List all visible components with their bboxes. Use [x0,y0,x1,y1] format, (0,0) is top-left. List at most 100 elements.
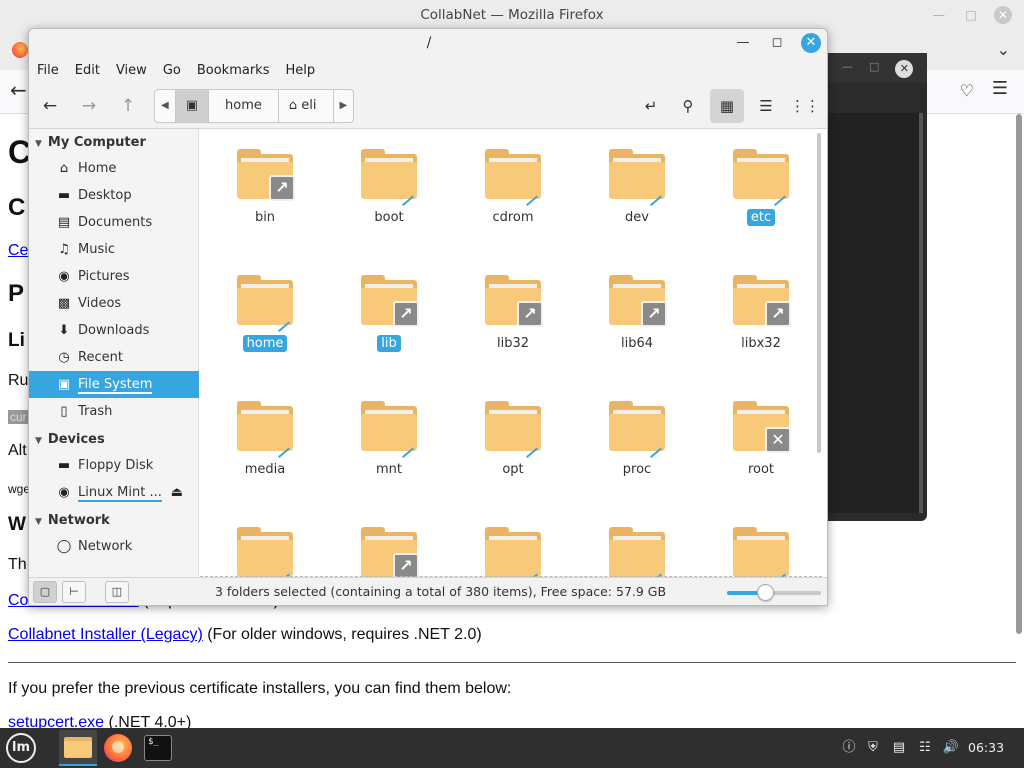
close-button[interactable]: ✕ [801,33,821,53]
page-code-snippet: cur [8,410,29,424]
back-arrow-icon[interactable]: ← [10,78,27,102]
folder-item[interactable]: opt [458,381,568,496]
breadcrumb-right-arrow[interactable]: ▶ [334,90,354,122]
menu-go[interactable]: Go [163,59,189,83]
sidebar-item-documents[interactable]: ▤ Documents [29,209,199,236]
icon-view[interactable]: ↗ bin boot cdrom dev etc home ↗ lib ↗ lib32 ↗ lib64 ↗… [200,129,822,577]
sidebar-item-desktop[interactable]: ▬ Desktop [29,182,199,209]
folder-item[interactable]: mnt [334,381,444,496]
minimize-button[interactable]: — [733,33,753,53]
show-places-button[interactable]: ▢ [33,581,57,603]
list-view-button[interactable]: ☰ [749,89,783,123]
volume-icon[interactable]: 🔊 [942,739,960,757]
folder-item[interactable]: etc [706,129,816,244]
folder-item[interactable] [210,507,320,577]
clock[interactable]: 06:33 [968,740,1004,755]
eject-icon[interactable]: ⏏ [171,479,183,506]
folder-item[interactable]: ↗ bin [210,129,320,244]
search-button[interactable]: ⚲ [671,89,705,123]
breadcrumb-user[interactable]: ⌂ eli [279,90,334,122]
firefox-tab-favicon-icon[interactable] [12,42,28,58]
sidebar-item-trash[interactable]: ▯ Trash [29,398,199,425]
taskbar-app-files[interactable] [59,730,97,766]
zoom-slider-handle[interactable] [756,584,774,601]
firefox-titlebar: CollabNet — Mozilla Firefox — □ ✕ [0,0,1024,30]
collabnet-legacy-installer-link[interactable]: Collabnet Installer (Legacy) [8,626,203,643]
icon-view-scrollbar[interactable] [817,133,821,453]
breadcrumb-home[interactable]: home [209,90,279,122]
show-treeview-button[interactable]: ⊢ [62,581,86,603]
up-button[interactable]: ↑ [113,91,143,121]
folder-item[interactable]: proc [582,381,692,496]
menu-bookmarks[interactable]: Bookmarks [197,59,278,83]
sidebar-item-downloads[interactable]: ⬇ Downloads [29,317,199,344]
setupcert-link[interactable]: setupcert.exe [8,714,104,728]
hide-sidebar-button[interactable]: ◫ [105,581,129,603]
folder-item[interactable]: ↗ [334,507,444,577]
network-icon[interactable]: ☷ [916,739,934,757]
firefox-close-button[interactable]: ✕ [994,6,1012,24]
sidebar-item-pictures[interactable]: ◉ Pictures [29,263,199,290]
folder-item[interactable]: media [210,381,320,496]
folder-item[interactable] [458,507,568,577]
menu-view[interactable]: View [116,59,155,83]
hamburger-menu-icon[interactable]: ☰ [992,78,1008,99]
folder-item[interactable]: home [210,255,320,370]
clipboard-icon[interactable]: ▤ [890,739,908,757]
sidebar-item-file-system[interactable]: ▣ File System [29,371,199,398]
terminal-maximize-button[interactable]: □ [869,60,879,78]
sidebar-section-devices[interactable]: ▼ Devices [35,432,105,447]
sidebar-item-network[interactable]: ◯ Network [29,533,199,560]
shield-icon[interactable]: ⛨ [864,739,882,757]
taskbar-app-terminal[interactable]: $_ [139,730,177,766]
terminal-icon: $_ [144,735,172,761]
folder-item[interactable] [706,507,816,577]
taskbar-app-firefox[interactable] [99,730,137,766]
terminal-close-button[interactable]: ✕ [895,60,914,78]
sidebar-item-recent[interactable]: ◷ Recent [29,344,199,371]
folder-item[interactable]: ✕ root [706,381,816,496]
sidebar-item-linux-mint-disc[interactable]: ◉ Linux Mint ... ⏏ [29,479,199,506]
sidebar-item-home[interactable]: ⌂ Home [29,155,199,182]
breadcrumb-filesystem[interactable]: ▣ [175,90,209,122]
folder-item[interactable]: ↗ lib [334,255,444,370]
compact-view-button[interactable]: ⋮⋮ [788,89,822,123]
back-button[interactable]: ← [35,91,65,121]
icon-view-button[interactable]: ▦ [710,89,744,123]
sidebar-item-music[interactable]: ♫ Music [29,236,199,263]
menu-edit[interactable]: Edit [75,59,108,83]
breadcrumb-left-arrow[interactable]: ◀ [155,90,176,122]
notifications-icon[interactable]: ⓘ [840,739,858,757]
sidebar-section-network[interactable]: ▼ Network [35,513,110,528]
sidebar-item-videos[interactable]: ▩ Videos [29,290,199,317]
page-link[interactable]: Ce [8,242,28,259]
terminal-scrollbar[interactable] [919,113,923,513]
folder-item[interactable]: cdrom [458,129,568,244]
firefox-minimize-button[interactable]: — [930,6,948,24]
folder-item[interactable]: boot [334,129,444,244]
sidebar-section-my-computer[interactable]: ▼ My Computer [35,135,146,150]
music-note-icon: ♫ [58,242,70,257]
maximize-button[interactable]: ◻ [767,33,787,53]
zoom-slider[interactable] [727,584,821,601]
mint-menu-button[interactable]: lm [6,733,36,763]
sidebar-item-label: Desktop [78,188,132,203]
back-arrow-icon: ← [42,96,58,116]
sidebar-item-floppy-disk[interactable]: ▬ Floppy Disk [29,452,199,479]
forward-button[interactable]: → [74,91,104,121]
folder-item[interactable]: ↗ lib32 [458,255,568,370]
menu-help[interactable]: Help [285,59,323,83]
pocket-icon[interactable]: ♡ [960,81,974,100]
clock-icon: ◷ [58,350,70,365]
folder-item[interactable]: ↗ lib64 [582,255,692,370]
firefox-scrollbar[interactable] [1016,114,1022,634]
folder-item[interactable]: dev [582,129,692,244]
folder-item[interactable]: ↗ libx32 [706,255,816,370]
list-all-tabs-chevron-icon[interactable]: ⌄ [997,40,1010,59]
terminal-body[interactable] [828,113,920,513]
folder-item[interactable] [582,507,692,577]
menu-file[interactable]: File [37,59,67,83]
firefox-maximize-button[interactable]: □ [962,6,980,24]
toggle-location-button[interactable]: ↵ [634,89,668,123]
terminal-minimize-button[interactable]: — [842,60,853,78]
